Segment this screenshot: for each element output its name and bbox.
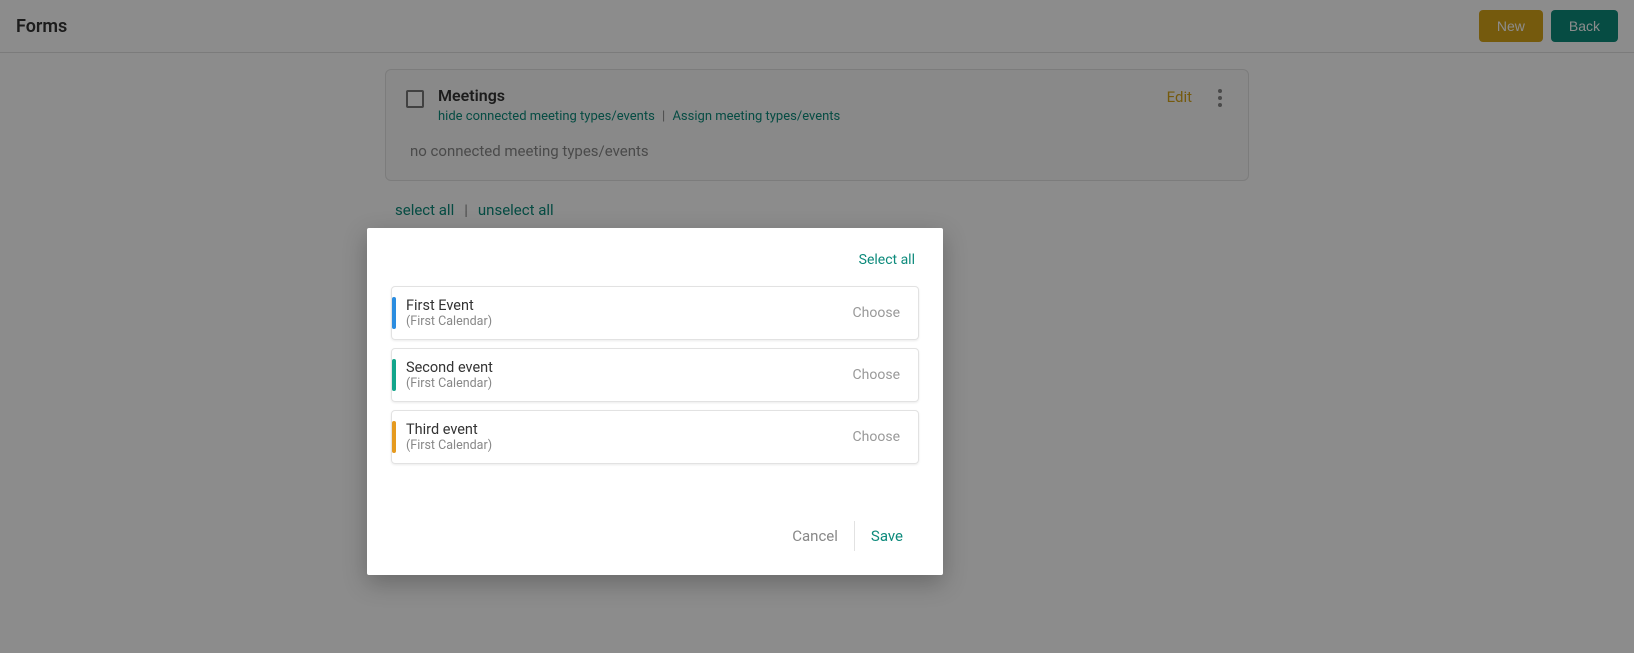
choose-button[interactable]: Choose	[853, 367, 900, 383]
event-item[interactable]: Third event(First Calendar) Choose	[391, 410, 919, 464]
event-color-stripe	[392, 421, 396, 453]
event-item[interactable]: Second event(First Calendar) Choose	[391, 348, 919, 402]
event-item-left: First Event(First Calendar)	[392, 297, 492, 329]
save-button[interactable]: Save	[855, 521, 919, 551]
choose-button[interactable]: Choose	[853, 305, 900, 321]
cancel-button[interactable]: Cancel	[776, 521, 855, 551]
event-calendar: (First Calendar)	[406, 314, 492, 329]
event-calendar: (First Calendar)	[406, 376, 493, 391]
choose-button[interactable]: Choose	[853, 429, 900, 445]
event-name: Third event	[406, 421, 492, 438]
event-calendar: (First Calendar)	[406, 438, 492, 453]
event-texts: Second event(First Calendar)	[406, 359, 493, 391]
event-item-left: Second event(First Calendar)	[392, 359, 493, 391]
event-list: First Event(First Calendar)ChooseSecond …	[391, 286, 919, 464]
event-item-left: Third event(First Calendar)	[392, 421, 492, 453]
event-name: First Event	[406, 297, 492, 314]
modal-select-all[interactable]: Select all	[859, 252, 915, 268]
modal-footer: Cancel Save	[391, 521, 919, 551]
event-item[interactable]: First Event(First Calendar) Choose	[391, 286, 919, 340]
event-texts: First Event(First Calendar)	[406, 297, 492, 329]
event-texts: Third event(First Calendar)	[406, 421, 492, 453]
event-name: Second event	[406, 359, 493, 376]
event-color-stripe	[392, 297, 396, 329]
assign-events-modal: Select all First Event(First Calendar)Ch…	[367, 228, 943, 575]
event-color-stripe	[392, 359, 396, 391]
